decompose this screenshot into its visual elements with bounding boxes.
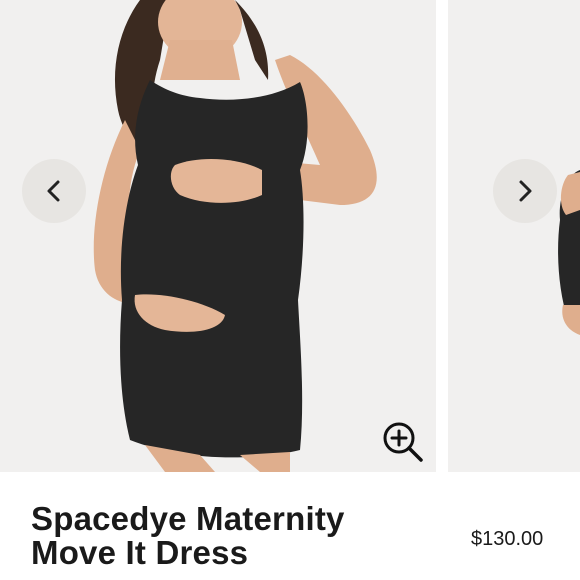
chevron-left-icon xyxy=(47,180,60,202)
product-info: Spacedye Maternity Move It Dress $130.00 xyxy=(0,472,580,580)
product-image-gallery xyxy=(0,0,580,472)
product-title-line2: Move It Dress xyxy=(31,534,249,571)
product-title-line1: Spacedye Maternity xyxy=(31,500,345,537)
previous-image-button[interactable] xyxy=(22,159,86,223)
product-title: Spacedye Maternity Move It Dress xyxy=(31,502,411,570)
product-image-next[interactable] xyxy=(448,0,580,472)
product-image-main[interactable] xyxy=(0,0,436,472)
zoom-in-icon xyxy=(383,422,423,462)
model-photo-next xyxy=(558,170,580,335)
zoom-button[interactable] xyxy=(381,420,425,464)
next-image-button[interactable] xyxy=(493,159,557,223)
product-price: $130.00 xyxy=(471,528,544,550)
model-photo xyxy=(93,0,377,472)
chevron-right-icon xyxy=(519,180,532,202)
